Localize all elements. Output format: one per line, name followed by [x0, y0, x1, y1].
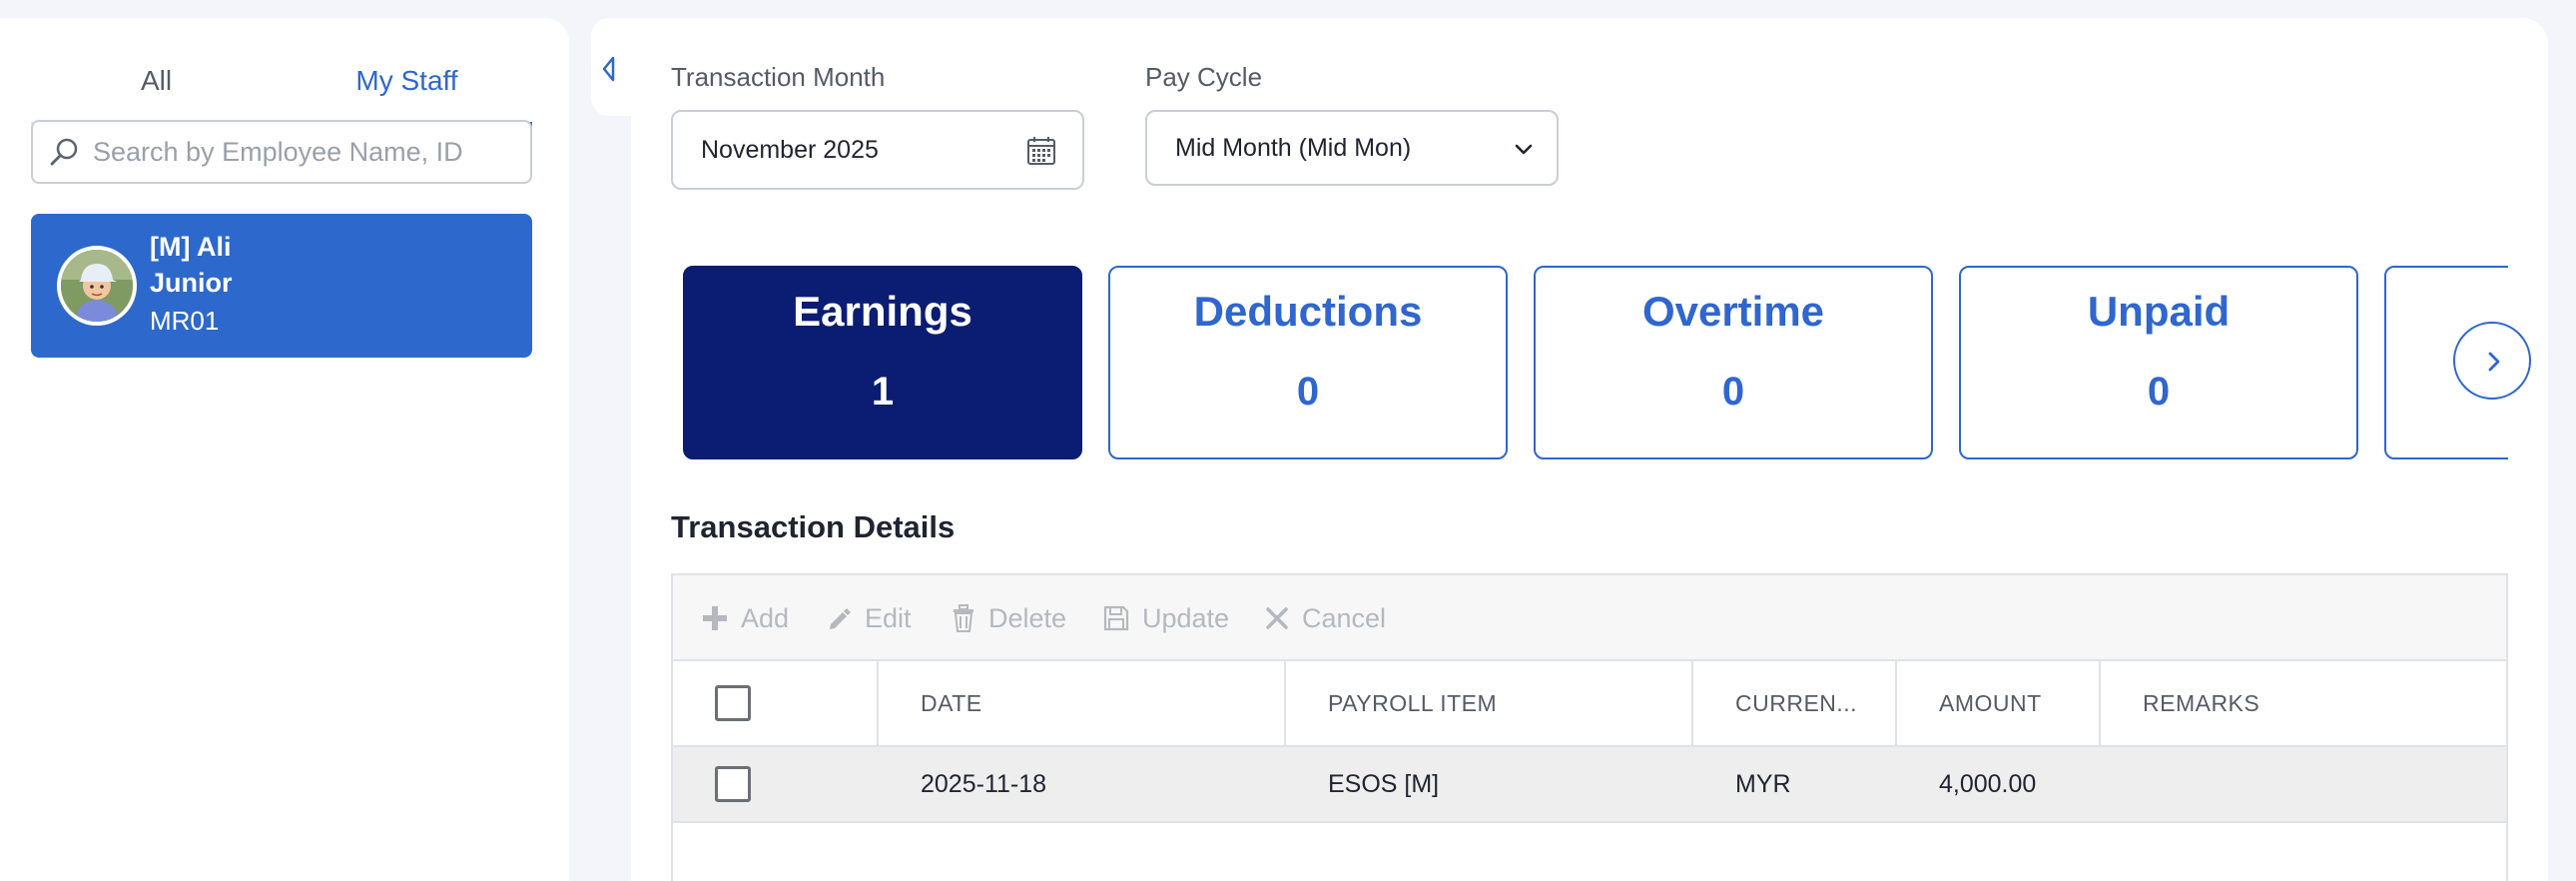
transaction-month-picker[interactable]: November 2025: [671, 110, 1084, 190]
column-header-payroll-item[interactable]: PAYROLL ITEM: [1286, 661, 1693, 745]
card-count: 0: [1296, 370, 1320, 414]
pay-cycle-select[interactable]: Mid Month (Mid Mon): [1145, 110, 1559, 186]
plus-icon: [703, 606, 727, 630]
summary-cards: Earnings 1 Deductions 0 Overtime 0 Unpai…: [683, 264, 2508, 459]
save-icon: [1103, 605, 1129, 631]
row-checkbox[interactable]: [715, 766, 751, 802]
staff-list-item[interactable]: [M] Ali Junior MR01: [31, 214, 532, 358]
staff-tabs: All My Staff: [31, 38, 532, 127]
chevron-down-icon: [1515, 144, 1533, 155]
column-header-amount[interactable]: AMOUNT: [1897, 661, 2101, 745]
earnings-card[interactable]: Earnings 1: [683, 266, 1082, 459]
staff-role: Junior: [150, 268, 233, 298]
card-title: Overtime: [1641, 288, 1825, 335]
chevron-right-icon: [2488, 352, 2500, 372]
card-count: 0: [2147, 370, 2171, 414]
header-select-cell: [673, 661, 879, 745]
close-icon: [1266, 607, 1288, 629]
delete-button[interactable]: Delete: [951, 575, 1066, 661]
cancel-button[interactable]: Cancel: [1264, 575, 1386, 661]
column-header-date[interactable]: DATE: [879, 661, 1286, 745]
row-payroll-item: ESOS [M]: [1328, 769, 1440, 798]
select-all-checkbox[interactable]: [715, 685, 751, 721]
staff-panel: All My Staff [M] Ali Junior MR01: [0, 18, 569, 881]
staff-name: [M] Ali: [150, 232, 232, 262]
table-row[interactable]: 2025-11-18 ESOS [M] MYR 4,000.00: [673, 747, 2506, 823]
avatar: [57, 246, 137, 326]
transaction-month-label: Transaction Month: [671, 62, 886, 92]
trash-icon: [954, 604, 973, 632]
row-date: 2025-11-18: [921, 769, 1047, 798]
next-cards-button[interactable]: [2453, 322, 2531, 400]
delete-label: Delete: [988, 602, 1067, 633]
card-title: Unpaid: [2087, 288, 2231, 335]
pay-cycle-value: Mid Month (Mid Mon): [1175, 133, 1412, 162]
overtime-card[interactable]: Overtime 0: [1534, 266, 1933, 459]
unpaid-card[interactable]: Unpaid 0: [1959, 266, 2358, 459]
search-icon: [50, 138, 78, 166]
transaction-details-title: Transaction Details: [671, 509, 956, 544]
transaction-grid: Add Edit Delete Update Cancel DATE PAYRO…: [671, 573, 2508, 881]
staff-id: MR01: [150, 306, 220, 336]
column-header-remarks[interactable]: REMARKS: [2101, 661, 2508, 745]
search-input[interactable]: [93, 136, 512, 168]
caret-left-icon: [602, 56, 615, 82]
row-amount: 4,000.00: [1939, 769, 2037, 798]
add-button[interactable]: Add: [701, 575, 789, 661]
card-count: 1: [871, 370, 895, 414]
update-button[interactable]: Update: [1102, 575, 1229, 661]
cancel-label: Cancel: [1302, 602, 1387, 633]
card-count: 0: [1721, 370, 1745, 414]
card-title: Earnings: [793, 288, 972, 335]
add-label: Add: [741, 602, 790, 633]
card-title: Deductions: [1193, 288, 1423, 335]
deductions-card[interactable]: Deductions 0: [1108, 266, 1508, 459]
tab-all[interactable]: All: [31, 38, 282, 124]
calendar-icon[interactable]: [1026, 136, 1056, 166]
update-label: Update: [1142, 602, 1230, 633]
row-remarks: [2101, 747, 2508, 821]
edit-label: Edit: [865, 602, 912, 633]
employee-search: [31, 120, 532, 184]
grid-toolbar: Add Edit Delete Update Cancel: [673, 575, 2506, 661]
edit-button[interactable]: Edit: [825, 575, 912, 661]
pay-cycle-label: Pay Cycle: [1145, 62, 1263, 92]
column-header-currency[interactable]: CURREN...: [1693, 661, 1897, 745]
pencil-icon: [830, 608, 851, 629]
row-select-cell: [673, 747, 879, 821]
transaction-month-value: November 2025: [701, 135, 879, 164]
tab-my-staff[interactable]: My Staff: [282, 38, 532, 127]
grid-header-row: DATE PAYROLL ITEM CURREN... AMOUNT REMAR…: [673, 661, 2506, 747]
row-currency: MYR: [1735, 769, 1791, 798]
